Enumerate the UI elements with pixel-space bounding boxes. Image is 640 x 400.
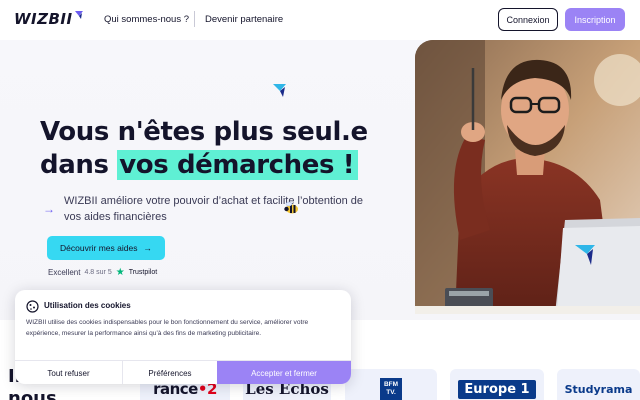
bfmtv-badge: BFM TV. bbox=[380, 378, 402, 400]
trust-score: 4.8 sur 5 bbox=[84, 269, 112, 276]
logo-text: WIZBII bbox=[14, 10, 73, 28]
cookie-icon bbox=[26, 300, 39, 318]
bfmtv-line1: BFM bbox=[383, 381, 399, 388]
nav-link-about[interactable]: Qui sommes-nous ? bbox=[104, 14, 189, 25]
arrow-right-icon: → bbox=[43, 202, 55, 216]
login-button[interactable]: Connexion bbox=[498, 8, 558, 31]
press-logo-europe1: Europe 1 bbox=[450, 369, 544, 400]
hero-subtitle: WIZBII améliore votre pouvoir d’achat et… bbox=[64, 195, 363, 223]
nav-divider bbox=[194, 11, 195, 27]
trust-rating-label: Excellent bbox=[48, 268, 81, 277]
press-logo-studyrama: Studyrama bbox=[557, 369, 640, 400]
arrow-right-icon: → bbox=[143, 243, 152, 253]
cta-label: Découvrir mes aides bbox=[60, 243, 138, 253]
preferences-button[interactable]: Préférences bbox=[123, 361, 217, 384]
nav-link-partner[interactable]: Devenir partenaire bbox=[205, 14, 283, 25]
site-header: WIZBII Qui sommes-nous ? Devenir partena… bbox=[0, 0, 640, 40]
refuse-all-button[interactable]: Tout refuser bbox=[15, 361, 123, 384]
wizbii-mark-icon bbox=[272, 82, 288, 103]
cookie-title: Utilisation des cookies bbox=[44, 301, 131, 310]
hero-title-highlight: vos démarches ! bbox=[117, 150, 359, 180]
press-logo-bfmtv: BFM TV. bbox=[345, 369, 437, 400]
cookie-actions: Tout refuser Préférences Accepter et fer… bbox=[15, 360, 351, 384]
studyrama-text: Studyrama bbox=[564, 382, 633, 396]
hero-title-line2: dans vos démarches ! bbox=[40, 149, 368, 182]
cookie-banner: Utilisation des cookies WIZBII utilise d… bbox=[15, 290, 351, 384]
hero-title-prefix: dans bbox=[40, 150, 118, 180]
hero-title: Vous n'êtes plus seul.e dans vos démarch… bbox=[40, 116, 368, 182]
signup-button[interactable]: Inscription bbox=[565, 8, 625, 31]
trustpilot-star-icon: ★ bbox=[115, 267, 125, 278]
wizbii-logo[interactable]: WIZBII bbox=[14, 10, 84, 28]
discover-aids-button[interactable]: Découvrir mes aides → bbox=[47, 236, 165, 260]
cookie-text: WIZBII utilise des cookies indispensable… bbox=[26, 319, 309, 337]
bfmtv-line2: TV. bbox=[386, 389, 396, 396]
europe1-text: Europe 1 bbox=[458, 379, 536, 399]
trustpilot-brand: Trustpilot bbox=[128, 269, 158, 276]
wizbii-mark-icon bbox=[74, 7, 84, 25]
accept-close-button[interactable]: Accepter et fermer bbox=[217, 361, 351, 384]
bee-icon bbox=[283, 201, 299, 218]
hero-title-line1: Vous n'êtes plus seul.e bbox=[40, 117, 368, 147]
trustpilot-rating[interactable]: Excellent 4.8 sur 5 ★ Trustpilot bbox=[48, 267, 157, 278]
hero-photo bbox=[415, 40, 640, 314]
